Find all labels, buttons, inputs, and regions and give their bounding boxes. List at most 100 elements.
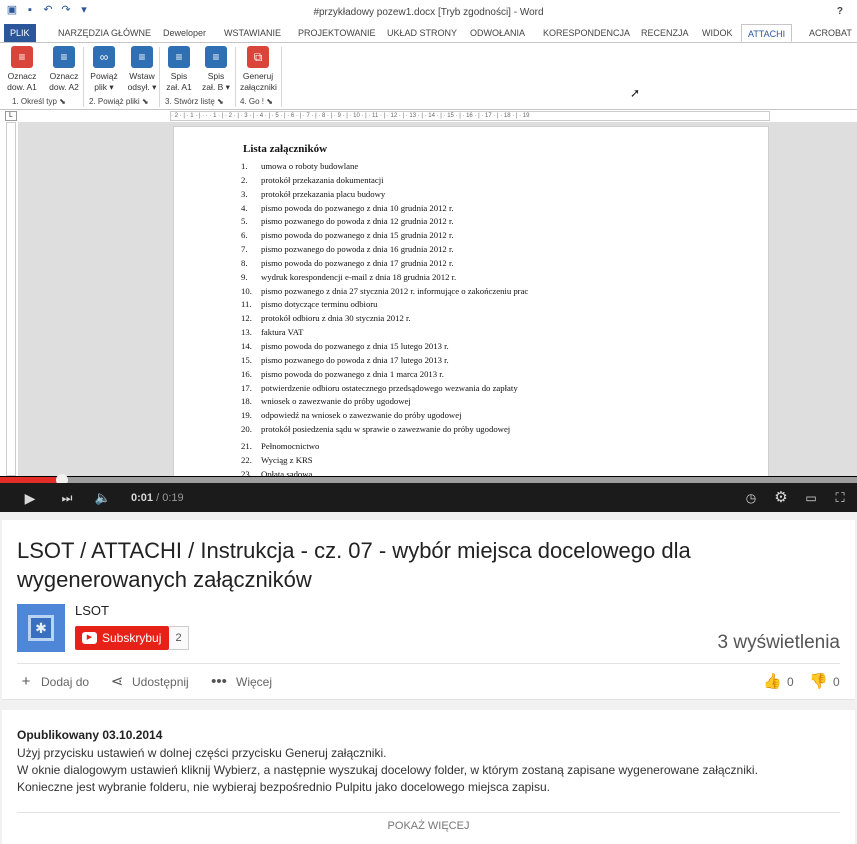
description-line: Użyj przycisku ustawień w dolnej części … (17, 746, 387, 760)
show-more-button[interactable]: POKAŻ WIĘCEJ (2, 820, 855, 832)
ribbon-button-label: zał. B ▾ (202, 82, 230, 92)
dislike-button[interactable]: 👎 0 (809, 672, 840, 692)
play-icon[interactable]: ▶ (20, 490, 40, 506)
mouse-cursor-icon: ➚ (630, 86, 641, 100)
like-button[interactable]: 👍 0 (763, 672, 794, 692)
time-display: 0:01 / 0:19 (131, 490, 184, 506)
list-number: 10. (241, 285, 252, 296)
description-line: W oknie dialogowym ustawień kliknij Wybi… (17, 763, 758, 777)
list-number: 19. (241, 410, 252, 421)
youtube-watch-page: ▣ ▪ ↶ ↷ ▾ #przykładowy pozew1.docx [Tryb… (0, 0, 857, 844)
tab-projektowanie[interactable]: PROJEKTOWANIE (292, 24, 382, 42)
fullscreen-icon[interactable]: ⛶ (830, 490, 850, 506)
list-number: 3. (241, 188, 248, 199)
tab-wstawianie[interactable]: WSTAWIANIE (218, 24, 287, 42)
word-titlebar: ▣ ▪ ↶ ↷ ▾ #przykładowy pozew1.docx [Tryb… (0, 0, 857, 24)
list-item: 3. protokół przekazania placu budowy (241, 189, 528, 203)
volume-icon[interactable]: 🔈 (92, 490, 114, 506)
insert-icon: ≡ (131, 46, 153, 68)
list-item-text: protokół odbioru z dnia 30 stycznia 2012… (261, 313, 411, 324)
ribbon-button-powiąż-plik[interactable]: ∞ Powiąż plik ▾ (86, 46, 122, 93)
tab-korespondencja[interactable]: KORESPONDENCJA (537, 24, 636, 42)
channel-avatar[interactable]: ✱ (17, 604, 65, 652)
subscriber-count: 2 (169, 626, 189, 650)
player-controls: ▶ ⏭ 🔈 0:01 / 0:19 ◷ ⚙ ▭ ⛶ (0, 483, 857, 512)
tab-attachi[interactable]: ATTACHI (741, 24, 793, 42)
ribbon-button-label: dow. A2 (49, 82, 79, 92)
word-window: ▣ ▪ ↶ ↷ ▾ #przykładowy pozew1.docx [Tryb… (0, 0, 857, 476)
divider (17, 812, 840, 813)
ribbon-button-oznacz-dow-a2[interactable]: ≡ Oznacz dow. A2 (46, 46, 82, 93)
ribbon-button-label: Oznacz (49, 71, 79, 81)
channel-name[interactable]: LSOT (75, 603, 109, 618)
list-item: 21. Pełnomocnictwo (241, 441, 528, 455)
subscribe-button[interactable]: ▶ Subskrybuj (75, 626, 169, 650)
list-number: 13. (241, 327, 252, 338)
ribbon-button-spis-zał-a1[interactable]: ≡ Spis zał. A1 (161, 46, 197, 93)
help-icon[interactable]: ? (837, 6, 843, 17)
watch-later-icon[interactable]: ◷ (742, 490, 760, 506)
more-button[interactable]: ••• Więcej (208, 672, 272, 692)
list-number: 20. (241, 424, 252, 435)
list-number: 15. (241, 354, 252, 365)
youtube-play-icon: ▶ (82, 632, 97, 644)
share-icon: ⋖ (110, 673, 124, 690)
time-total: / 0:19 (156, 492, 184, 504)
ribbon-button-label: Wstaw (129, 71, 155, 81)
ribbon-button-generuj-załączniki[interactable]: ⧉ Generuj załączniki (240, 46, 277, 93)
tab-deweloper[interactable]: Deweloper (157, 24, 212, 42)
list-item: 17. potwierdzenie odbioru ostatecznego pr… (241, 383, 528, 397)
list-item-text: faktura VAT (261, 327, 304, 338)
list-item: 14. pismo powoda do pozwanego z dnia 15 l… (241, 341, 528, 355)
next-icon[interactable]: ⏭ (56, 490, 78, 506)
tab-acrobat[interactable]: ACROBAT (803, 24, 857, 42)
tab-układ-strony[interactable]: UKŁAD STRONY (381, 24, 463, 42)
ribbon-group-label: 1. Określ typ ⬊ (12, 97, 66, 106)
list-item: 5. pismo pozwanego do powoda z dnia 12 gr… (241, 216, 528, 230)
list-number: 12. (241, 313, 252, 324)
list-item-text: Wyciąg z KRS (261, 454, 313, 465)
list-item-text: pismo dotyczące terminu odbioru (261, 299, 378, 310)
list-item: 12. protokół odbioru z dnia 30 stycznia 2… (241, 313, 528, 327)
list-item: 22. Wyciąg z KRS (241, 455, 528, 469)
theater-mode-icon[interactable]: ▭ (801, 490, 821, 506)
list-item-text: protokół przekazania dokumentacji (261, 174, 384, 185)
settings-icon[interactable]: ⚙ (771, 490, 791, 506)
subscribe-label: Subskrybuj (102, 631, 162, 645)
ribbon-button-spis-zał-b[interactable]: ≡ Spis zał. B ▾ (198, 46, 234, 93)
list-number: 23. (241, 468, 252, 476)
ribbon-button-wstaw-odsył[interactable]: ≡ Wstaw odsył. ▾ (124, 46, 160, 93)
tab-odwołania[interactable]: ODWOŁANIA (464, 24, 531, 42)
list-item-text: pismo powoda do pozwanego z dnia 15 lute… (261, 340, 449, 351)
ribbon-button-label: odsył. ▾ (127, 82, 157, 92)
list-item: 15. pismo pozwanego do powoda z dnia 17 l… (241, 355, 528, 369)
doc-icon: ≡ (53, 46, 75, 68)
tab-recenzja[interactable]: RECENZJA (635, 24, 695, 42)
list-item-text: pismo pozwanego do powoda z dnia 12 grud… (261, 216, 454, 227)
list-number: 8. (241, 257, 248, 268)
share-button[interactable]: ⋖ Udostępnij (108, 672, 189, 692)
tab-selector[interactable]: L (5, 111, 17, 121)
tab-plik[interactable]: PLIK (4, 24, 36, 42)
ribbon-button-oznacz-dow-a1[interactable]: ≡ Oznacz dow. A1 (4, 46, 40, 93)
link-icon: ∞ (93, 46, 115, 68)
ribbon-button-label: Spis (170, 71, 188, 81)
doc-icon: ≡ (11, 46, 33, 68)
list-item: 13. faktura VAT (241, 327, 528, 341)
list-icon: ≡ (205, 46, 227, 68)
list-item: 19. odpowiedź na wniosek o zawezwanie do … (241, 410, 528, 424)
video-player[interactable]: ▣ ▪ ↶ ↷ ▾ #przykładowy pozew1.docx [Tryb… (0, 0, 857, 512)
document-page[interactable]: Lista załączników 1. umowa o roboty budow… (173, 126, 769, 476)
add-to-button[interactable]: + Dodaj do (17, 672, 89, 692)
tab-narzędzia-główne[interactable]: NARZĘDZIA GŁÓWNE (52, 24, 157, 42)
ribbon-button-label: zał. A1 (166, 82, 192, 92)
list-item-text: pismo powoda do pozwanego z dnia 10 grud… (261, 202, 454, 213)
list-item: 1. umowa o roboty budowlane (241, 161, 528, 175)
list-item-text: Opłata sądowa (261, 468, 313, 476)
list-item-text: pismo powoda do pozwanego z dnia 17 grud… (261, 257, 454, 268)
tab-widok[interactable]: WIDOK (696, 24, 739, 42)
list-number: 7. (241, 244, 248, 255)
ribbon-separator (281, 47, 282, 107)
more-dots-icon: ••• (211, 673, 227, 690)
list-item-text: wniosek o zawezwanie do próby ugodowej (261, 396, 411, 407)
